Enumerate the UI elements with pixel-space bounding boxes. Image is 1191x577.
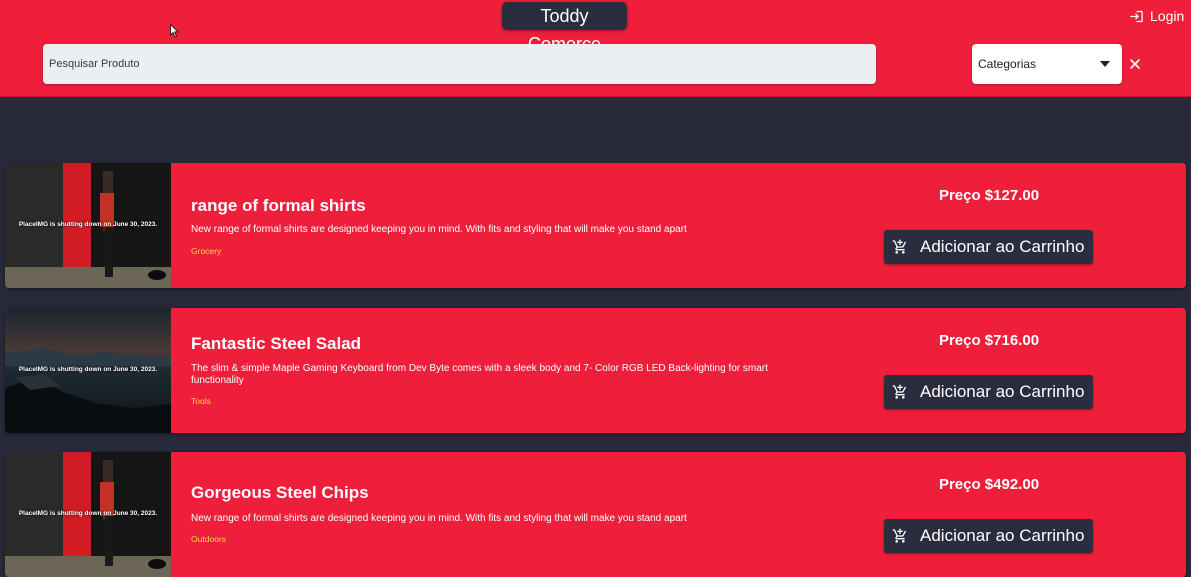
category-select-label: Categorias bbox=[978, 57, 1037, 71]
add-to-cart-label: Adicionar ao Carrinho bbox=[920, 382, 1085, 401]
product-image: PlaceIMG is shutting down on June 30, 20… bbox=[5, 308, 171, 433]
login-label: Login bbox=[1150, 8, 1185, 24]
login-icon bbox=[1130, 10, 1143, 22]
category-select[interactable]: Categorias bbox=[972, 44, 1122, 84]
product-price: Preço $492.00 bbox=[938, 476, 1040, 493]
product-card: PlaceIMG is shutting down on June 30, 20… bbox=[5, 163, 1186, 288]
product-card: PlaceIMG is shutting down on June 30, 20… bbox=[5, 452, 1186, 577]
add-to-cart-icon bbox=[892, 384, 907, 399]
image-caption: PlaceIMG is shutting down on June 30, 20… bbox=[18, 366, 158, 373]
add-to-cart-icon bbox=[892, 239, 907, 254]
product-description: New range of formal shirts are designed … bbox=[191, 513, 687, 524]
product-category: Grocery bbox=[191, 246, 222, 256]
product-category: Tools bbox=[191, 396, 211, 406]
search-field[interactable] bbox=[43, 44, 876, 84]
product-title: range of formal shirts bbox=[191, 196, 366, 215]
product-image: PlaceIMG is shutting down on June 30, 20… bbox=[5, 452, 171, 577]
login-button[interactable]: Login bbox=[1129, 6, 1184, 26]
add-to-cart-label: Adicionar ao Carrinho bbox=[920, 237, 1085, 256]
product-image: PlaceIMG is shutting down on June 30, 20… bbox=[5, 163, 171, 288]
add-to-cart-label: Adicionar ao Carrinho bbox=[920, 526, 1085, 545]
product-category: Outdoors bbox=[191, 534, 226, 544]
brand-title[interactable]: Toddy Comerce bbox=[502, 2, 627, 54]
close-icon[interactable] bbox=[1128, 57, 1142, 71]
product-description: The slim & simple Maple Gaming Keyboard … bbox=[191, 363, 768, 386]
image-caption: PlaceIMG is shutting down on June 30, 20… bbox=[18, 510, 158, 517]
product-title: Fantastic Steel Salad bbox=[191, 334, 362, 353]
product-price: Preço $716.00 bbox=[938, 332, 1040, 349]
product-description: New range of formal shirts are designed … bbox=[191, 224, 687, 235]
add-to-cart-button[interactable]: Adicionar ao Carrinho bbox=[884, 519, 1093, 553]
app-header: Toddy Comerce Login Categorias bbox=[0, 0, 1191, 97]
product-card: PlaceIMG is shutting down on June 30, 20… bbox=[5, 308, 1186, 433]
mouse-cursor-icon bbox=[170, 24, 179, 38]
search-input[interactable] bbox=[49, 58, 876, 70]
image-caption: PlaceIMG is shutting down on June 30, 20… bbox=[18, 221, 158, 228]
dropdown-caret-icon bbox=[1100, 61, 1110, 67]
add-to-cart-button[interactable]: Adicionar ao Carrinho bbox=[884, 375, 1093, 409]
add-to-cart-button[interactable]: Adicionar ao Carrinho bbox=[884, 230, 1093, 264]
add-to-cart-icon bbox=[892, 528, 907, 543]
product-title: Gorgeous Steel Chips bbox=[191, 483, 369, 502]
product-price: Preço $127.00 bbox=[938, 187, 1040, 204]
